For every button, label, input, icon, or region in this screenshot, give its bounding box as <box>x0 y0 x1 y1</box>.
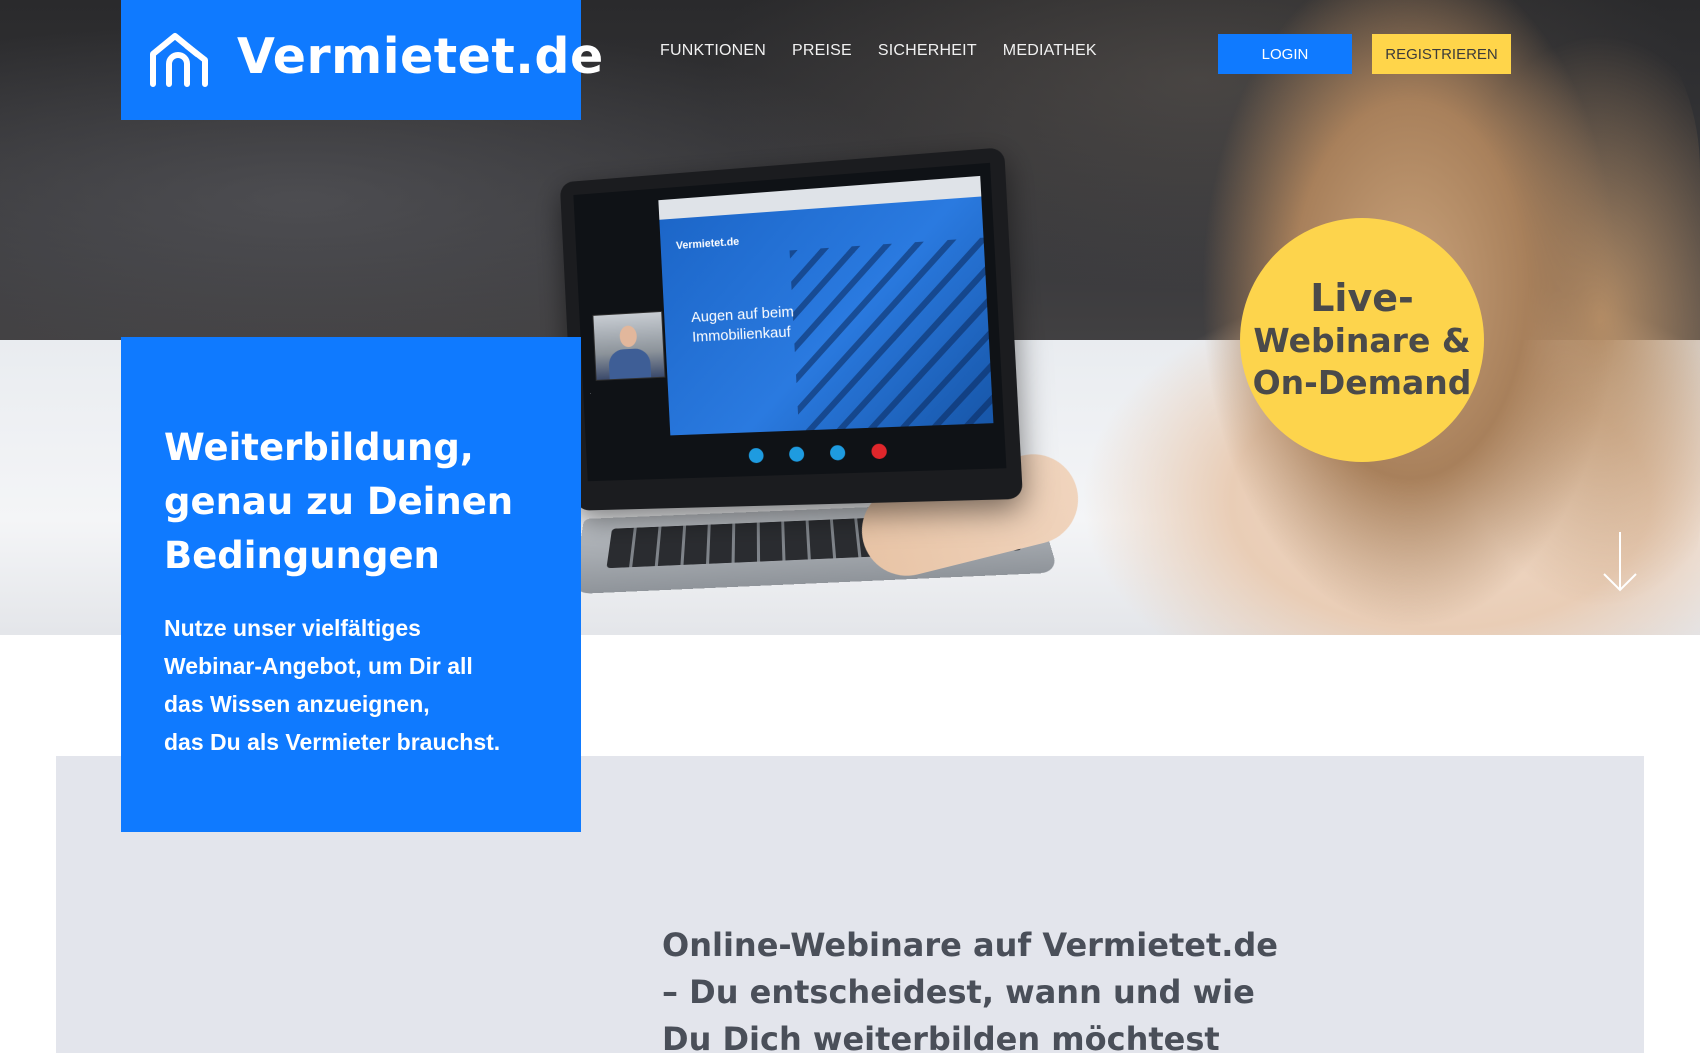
slide-title: Augen auf beim Immobilienkauf <box>690 303 795 346</box>
nav-item-preise[interactable]: PREISE <box>792 42 852 60</box>
badge-line-2: Webinare & <box>1253 321 1471 360</box>
slide-logo: Vermietet.de <box>675 235 740 253</box>
live-webinar-badge: Live- Webinare & On-Demand <box>1240 218 1484 462</box>
chat-icon <box>748 447 764 464</box>
presenter-video <box>592 310 666 381</box>
presenter-head <box>619 325 638 348</box>
intro-text-line: das Du als Vermieter brauchst. <box>164 729 501 755</box>
nav-item-mediathek[interactable]: MEDIATHEK <box>1003 42 1097 60</box>
badge-line-3: On-Demand <box>1252 363 1472 402</box>
intro-card: Weiterbildung, genau zu Deinen Bedingung… <box>121 337 581 832</box>
laptop-screen-frame: Vermietet.de Augen auf beim Immobilienka… <box>559 147 1023 511</box>
logo-text: Vermietet.de <box>237 28 604 85</box>
nav-item-funktionen[interactable]: FUNKTIONEN <box>660 42 766 60</box>
arrow-down-icon[interactable] <box>1598 530 1642 594</box>
site-logo-link[interactable]: Vermietet.de <box>121 0 603 120</box>
presenter-body <box>608 347 652 380</box>
main-nav: FUNKTIONEN PREISE SICHERHEIT MEDIATHEK <box>660 42 1097 60</box>
share-icon <box>788 446 805 462</box>
camera-icon <box>829 444 846 461</box>
webinar-controls <box>748 443 888 464</box>
intro-title: Weiterbildung, genau zu Deinen Bedingung… <box>164 426 514 577</box>
intro-text-line: Nutze unser vielfältiges <box>164 615 421 641</box>
page: Vermietet.de Augen auf beim Immobilienka… <box>0 0 1700 1053</box>
webinar-slide: Vermietet.de Augen auf beim Immobilienka… <box>659 196 994 436</box>
intro-text: Nutze unser vielfältiges Webinar-Angebot… <box>164 609 564 761</box>
badge-line-1: Live- <box>1310 276 1414 320</box>
intro-text-line: das Wissen anzueignen, <box>164 691 430 717</box>
laptop-screen: Vermietet.de Augen auf beim Immobilienka… <box>573 162 1007 482</box>
register-button[interactable]: REGISTRIEREN <box>1372 34 1511 74</box>
intro-text-line: Webinar-Angebot, um Dir all <box>164 653 473 679</box>
hangup-icon <box>871 443 888 460</box>
nav-item-sicherheit[interactable]: SICHERHEIT <box>878 42 977 60</box>
login-button[interactable]: LOGIN <box>1218 34 1352 74</box>
section-heading: Online-Webinare auf Vermietet.de – Du en… <box>662 926 1278 1053</box>
house-outline-icon <box>150 33 208 87</box>
